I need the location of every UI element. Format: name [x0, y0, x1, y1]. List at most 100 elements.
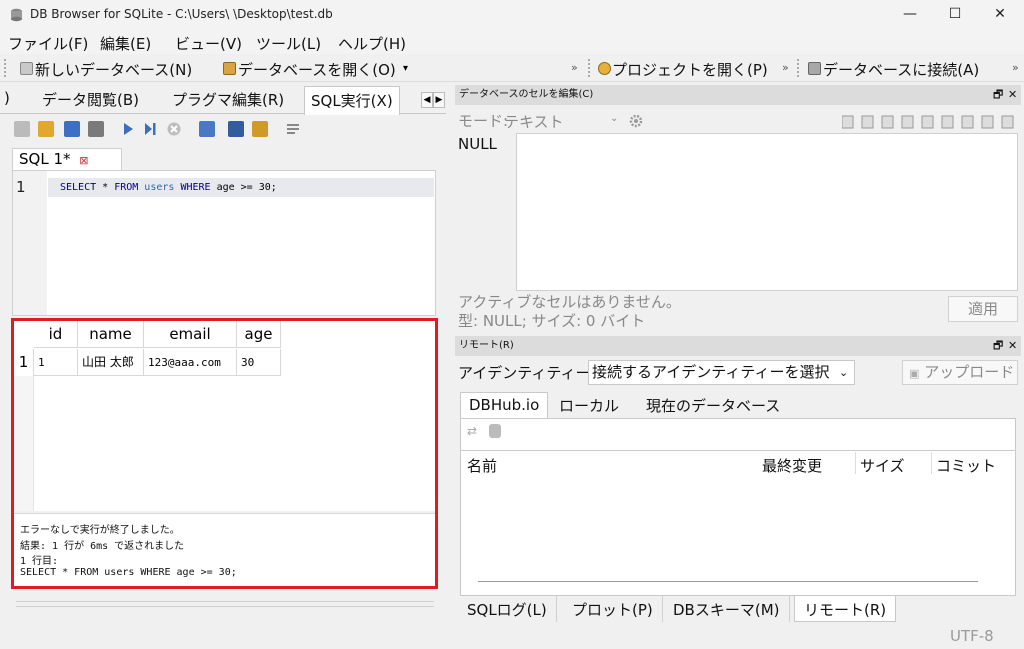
sql-keyword: SELECT: [60, 182, 97, 193]
column-header-commit[interactable]: コミット: [936, 455, 996, 476]
close-dock-icon[interactable]: ✕: [1008, 85, 1017, 105]
save-results-icon[interactable]: [199, 121, 215, 137]
find-replace-icon[interactable]: [252, 121, 268, 137]
identity-select-value: 接続するアイデンティティーを選択: [592, 363, 830, 381]
sql-keyword: FROM: [114, 182, 139, 193]
menu-tools[interactable]: ツール(L): [256, 33, 321, 54]
save-sql-file-icon[interactable]: [64, 121, 80, 137]
menu-edit[interactable]: 編集(E): [100, 33, 151, 54]
sql-query-text[interactable]: SELECT * FROM users WHERE age >= 30;: [60, 182, 277, 193]
encoding-status: UTF-8: [950, 627, 994, 645]
column-divider: [855, 452, 856, 474]
column-header-last-modified[interactable]: 最終変更: [762, 455, 822, 476]
mode-label: モード:: [458, 112, 509, 130]
line-number: 1: [16, 178, 26, 196]
apply-button[interactable]: 適用: [948, 296, 1018, 322]
tab-browse-data[interactable]: データ閲覧(B): [36, 86, 145, 114]
tab-current-database[interactable]: 現在のデータベース: [638, 392, 788, 419]
main-toolbar: 新しいデータベース(N) データベースを開く(O) ▾ » プロジェクトを開く(…: [0, 54, 1024, 82]
sql-token: *: [96, 182, 115, 193]
execute-all-icon[interactable]: [120, 121, 136, 137]
find-icon[interactable]: [228, 121, 244, 137]
main-tab-bar: ) データ閲覧(B) プラグマ編集(R) SQL実行(X) ◀ ▶: [0, 86, 446, 115]
tab-dbhub[interactable]: DBHub.io: [460, 392, 549, 419]
project-icon: [598, 62, 611, 75]
open-project-button[interactable]: プロジェクトを開く(P): [612, 59, 768, 80]
sql-token: age >= 30;: [210, 182, 277, 193]
upload-button[interactable]: ▣ アップロード: [902, 360, 1018, 385]
auto-format-gear-icon[interactable]: [628, 113, 644, 129]
horizontal-scrollbar[interactable]: [478, 578, 978, 582]
mode-select-value: テキスト: [504, 113, 564, 131]
new-database-button[interactable]: 新しいデータベース(N): [35, 59, 192, 80]
execute-current-line-icon[interactable]: [142, 121, 158, 137]
column-divider: [931, 452, 932, 474]
toolbar-grip[interactable]: [4, 59, 6, 77]
mode-select[interactable]: テキスト ⌄: [503, 110, 624, 131]
attach-database-icon: [808, 62, 821, 75]
tab-plot[interactable]: プロット(P): [563, 596, 663, 622]
sql-tab-label: SQL 1*: [19, 150, 71, 168]
maximize-button[interactable]: ☐: [940, 4, 970, 26]
toolbar-overflow-icon[interactable]: »: [1012, 61, 1019, 74]
menu-view[interactable]: ビュー(V): [175, 33, 242, 54]
tab-sql-log[interactable]: SQLログ(L): [458, 596, 557, 622]
menu-bar: ファイル(F) 編集(E) ビュー(V) ツール(L) ヘルプ(H): [0, 30, 1024, 54]
chevron-down-icon: ⌄: [839, 366, 849, 379]
remote-title: リモート(R): [459, 340, 514, 351]
stop-execution-icon[interactable]: [166, 121, 182, 137]
float-dock-icon[interactable]: 🗗: [993, 85, 1003, 105]
toolbar-grip[interactable]: [797, 59, 799, 77]
remote-file-list[interactable]: [460, 450, 1016, 596]
close-tab-icon[interactable]: ⊠: [79, 154, 88, 167]
refresh-icon[interactable]: ⇄: [467, 424, 477, 438]
highlight-frame: [11, 318, 438, 589]
tab-scroll-right-icon[interactable]: ▶: [433, 92, 445, 108]
open-database-button[interactable]: データベースを開く(O): [238, 59, 396, 80]
comment-icon[interactable]: [285, 121, 301, 137]
tab-remote[interactable]: リモート(R): [794, 596, 897, 622]
minimize-button[interactable]: —: [895, 4, 925, 26]
title-bar: DB Browser for SQLite - C:\Users\ \Deskt…: [0, 0, 1024, 30]
tab-local[interactable]: ローカル: [551, 392, 627, 419]
menu-file[interactable]: ファイル(F): [8, 33, 88, 54]
upload-label: アップロード: [924, 363, 1015, 381]
close-dock-icon[interactable]: ✕: [1008, 336, 1017, 356]
print-icon[interactable]: [88, 121, 104, 137]
new-database-icon: [20, 62, 33, 75]
tab-edit-pragmas[interactable]: プラグマ編集(R): [166, 86, 290, 114]
open-tab-icon[interactable]: [14, 121, 30, 137]
splitter-handle[interactable]: [16, 601, 434, 607]
tab-db-schema[interactable]: DBスキーマ(M): [664, 596, 790, 622]
tab-scroll-left-icon[interactable]: ◀: [421, 92, 433, 108]
identity-label: アイデンティティー: [458, 364, 591, 382]
upload-icon: ▣: [909, 367, 920, 380]
tab-execute-sql[interactable]: SQL実行(X): [304, 86, 400, 115]
identity-select[interactable]: 接続するアイデンティティーを選択 ⌄: [588, 360, 855, 385]
open-sql-file-icon[interactable]: [38, 121, 54, 137]
toolbar-grip[interactable]: [588, 59, 590, 77]
open-database-icon: [223, 62, 236, 75]
cell-value-editor[interactable]: [516, 133, 1018, 291]
sql-identifier: users: [138, 182, 181, 193]
remote-tab-page: [460, 418, 1016, 450]
chevron-down-icon: ⌄: [610, 113, 619, 124]
window-title: DB Browser for SQLite - C:\Users\ \Deskt…: [30, 7, 333, 21]
tab-structure-partial[interactable]: ): [0, 86, 16, 114]
menu-help[interactable]: ヘルプ(H): [338, 33, 406, 54]
attach-database-button[interactable]: データベースに接続(A): [823, 59, 979, 80]
close-window-button[interactable]: ✕: [985, 4, 1015, 26]
clone-database-icon[interactable]: [489, 424, 501, 438]
toolbar-overflow-icon[interactable]: »: [782, 61, 789, 74]
float-dock-icon[interactable]: 🗗: [993, 336, 1003, 356]
cell-editor-toolbar: [842, 115, 1014, 129]
cell-type-size-line: 型: NULL; サイズ: 0 バイト: [458, 312, 646, 330]
database-app-icon: [11, 8, 22, 22]
column-header-size[interactable]: サイズ: [860, 455, 905, 476]
edit-cell-dock-title: データベースのセルを編集(C) 🗗 ✕: [455, 85, 1021, 105]
column-header-name[interactable]: 名前: [467, 455, 497, 476]
sql-editor-tab[interactable]: SQL 1* ⊠: [12, 148, 122, 170]
toolbar-overflow-icon[interactable]: »: [571, 61, 578, 74]
remote-dock-title: リモート(R) 🗗 ✕: [455, 336, 1021, 356]
dropdown-arrow-icon[interactable]: ▾: [403, 63, 408, 74]
